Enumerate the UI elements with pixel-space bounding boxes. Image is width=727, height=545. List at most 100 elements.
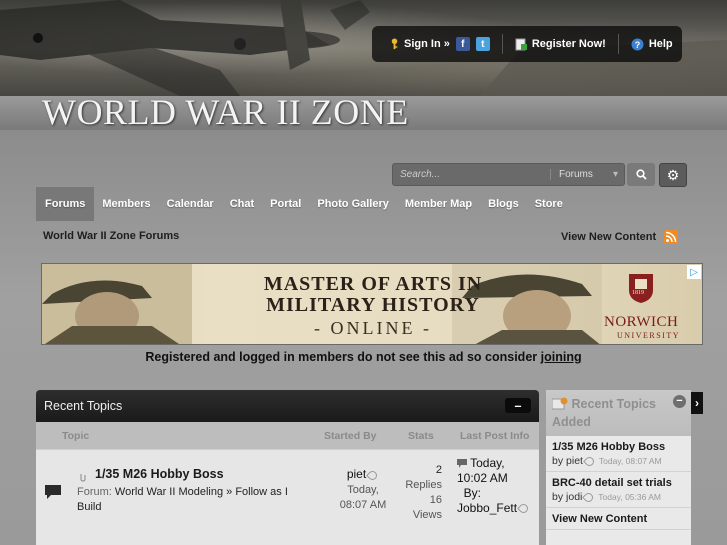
recent-topics-header: Recent Topics – <box>36 390 539 422</box>
tag-icon <box>517 502 530 516</box>
search-input[interactable]: Search... <box>393 169 550 180</box>
views-count: 16 <box>429 494 442 506</box>
search-box: Search... Forums ▾ <box>392 163 625 186</box>
topic-title-link[interactable]: 1/35 M26 Hobby Boss <box>95 467 224 481</box>
table-row[interactable]: 1/35 M26 Hobby Boss Forum: World War II … <box>36 449 539 545</box>
sign-in-label: Sign In » <box>404 38 450 50</box>
column-topic[interactable]: Topic <box>62 430 89 442</box>
settings-button[interactable]: ⚙ <box>659 163 687 187</box>
register-label: Register Now! <box>531 38 606 50</box>
register-icon <box>515 38 527 50</box>
sidebar-toggle-arrow[interactable]: › <box>691 392 703 414</box>
sidebar-time: Today, 05:36 AM <box>598 492 661 502</box>
user-bar: Sign In » f t Register Now! ? Help <box>372 26 682 62</box>
tab-calendar[interactable]: Calendar <box>159 187 222 221</box>
main-nav: Forums Members Calendar Chat Portal Phot… <box>36 187 571 221</box>
replies-count: 2 <box>435 464 442 476</box>
tab-blogs[interactable]: Blogs <box>480 187 527 221</box>
university-seal-icon <box>629 274 653 303</box>
list-item[interactable]: BRC-40 detail set trials by jodi Today, … <box>546 472 691 508</box>
list-item[interactable]: View New Content <box>546 508 691 530</box>
svg-text:?: ? <box>635 40 641 50</box>
last-post-user-link[interactable]: Jobbo_Fett <box>457 501 517 515</box>
sign-in-link[interactable]: Sign In » <box>390 38 450 50</box>
tab-members[interactable]: Members <box>94 187 158 221</box>
ad-headline-1: MASTER OF ARTS IN <box>263 273 483 295</box>
tag-icon <box>583 454 596 468</box>
sidebar-by: by <box>552 491 564 503</box>
tab-photo-gallery[interactable]: Photo Gallery <box>309 187 397 221</box>
search-icon <box>635 169 647 180</box>
recent-topics-table: Recent Topics – Topic Started By Stats L… <box>36 390 539 545</box>
started-date: Today, <box>347 484 379 496</box>
replies-label: Replies <box>405 479 442 491</box>
column-started-by[interactable]: Started By <box>324 430 377 442</box>
table-header-row: Topic Started By Stats Last Post Info <box>36 422 539 449</box>
sidebar-by: by <box>552 455 564 467</box>
recent-topics-icon <box>551 397 568 410</box>
column-stats[interactable]: Stats <box>408 430 434 442</box>
sidebar-header: Recent Topics Added − <box>546 390 691 436</box>
tab-portal[interactable]: Portal <box>262 187 309 221</box>
minimize-button[interactable]: − <box>673 395 686 408</box>
recent-topics-title: Recent Topics <box>44 399 123 413</box>
divider <box>617 34 619 54</box>
search-button[interactable] <box>627 163 655 186</box>
advertisement-banner[interactable]: MASTER OF ARTS IN MILITARY HISTORY - ONL… <box>41 263 703 345</box>
tab-forums[interactable]: Forums <box>36 187 95 221</box>
sidebar-topic-meta: by piet Today, 08:07 AM <box>552 454 685 468</box>
sidebar-user-link[interactable]: piet <box>566 455 583 467</box>
search-scope-value: Forums <box>559 169 593 180</box>
sidebar-topic-link[interactable]: BRC-40 detail set trials <box>552 477 685 489</box>
tag-icon <box>582 490 596 504</box>
tab-chat[interactable]: Chat <box>222 187 262 221</box>
stats-cell: 2 Replies 16 Views <box>398 463 442 523</box>
forum-prefix: Forum: <box>77 486 112 498</box>
ad-choices-icon[interactable]: ▷ <box>687 265 701 279</box>
view-new-content-link[interactable]: View New Content <box>561 230 679 244</box>
attachment-icon <box>80 474 86 482</box>
sidebar-topic-link[interactable]: 1/35 M26 Hobby Boss <box>552 441 685 453</box>
register-link[interactable]: Register Now! <box>515 38 606 51</box>
starter-link[interactable]: piet <box>347 467 366 481</box>
chevron-down-icon: ▾ <box>612 169 618 180</box>
started-time: 08:07 AM <box>339 499 387 511</box>
last-post-date: Today, <box>470 456 505 470</box>
gear-icon: ⚙ <box>666 166 680 183</box>
tab-store[interactable]: Store <box>527 187 571 221</box>
ad-notice-text: Registered and logged in members do not … <box>145 350 541 364</box>
facebook-icon[interactable]: f <box>455 37 470 51</box>
started-by-cell: piet Today, 08:07 AM <box>336 467 390 513</box>
last-post-icon <box>457 459 467 469</box>
help-link[interactable]: ? Help <box>631 38 673 51</box>
view-new-content-label: View New Content <box>561 231 657 243</box>
help-label: Help <box>648 38 673 50</box>
divider <box>501 34 503 54</box>
ad-brand: NORWICH <box>604 314 679 330</box>
breadcrumb[interactable]: World War II Zone Forums <box>43 230 179 242</box>
site-logo[interactable]: WORLD WAR II ZONE <box>42 91 409 133</box>
sidebar-recent-topics: Recent Topics Added − 1/35 M26 Hobby Bos… <box>546 390 691 545</box>
twitter-icon[interactable]: t <box>475 37 490 51</box>
column-last-post[interactable]: Last Post Info <box>460 430 529 442</box>
help-icon: ? <box>631 38 644 50</box>
tag-icon <box>366 468 380 482</box>
last-post-by-label: By: <box>463 486 482 500</box>
topic-forum-path: Forum: World War II Modeling » Follow as… <box>77 485 297 515</box>
sidebar-topic-meta: by jodi Today, 05:36 AM <box>552 490 685 504</box>
views-label: Views <box>412 509 442 521</box>
last-post-cell: Today, 10:02 AM By: Jobbo_Fett <box>457 456 539 516</box>
sidebar-title: Recent Topics Added <box>552 397 656 429</box>
collapse-button[interactable]: – <box>505 398 531 413</box>
tab-member-map[interactable]: Member Map <box>397 187 480 221</box>
topic-status-icon <box>45 485 61 499</box>
search-scope-select[interactable]: Forums ▾ <box>550 169 624 180</box>
joining-link[interactable]: joining <box>541 350 582 364</box>
list-item[interactable]: 1/35 M26 Hobby Boss by piet Today, 08:07… <box>546 436 691 472</box>
sidebar-view-new-content-link[interactable]: View New Content <box>552 513 685 525</box>
last-post-time: 10:02 AM <box>457 471 508 485</box>
ad-brand-sub: UNIVERSITY <box>617 331 680 340</box>
sidebar-user-link[interactable]: jodi <box>566 491 582 503</box>
key-icon <box>391 38 398 50</box>
rss-icon[interactable] <box>664 230 679 244</box>
